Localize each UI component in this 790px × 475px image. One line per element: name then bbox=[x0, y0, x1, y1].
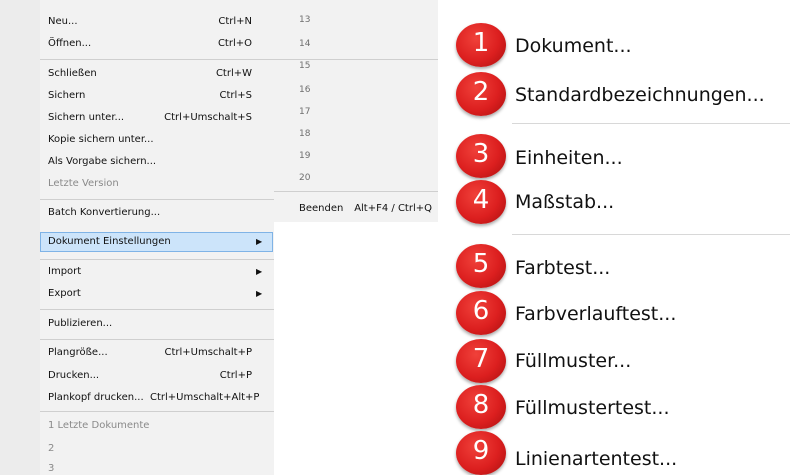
number-badge-1: 1 bbox=[456, 23, 506, 67]
menu-item-schliessen[interactable]: Schließen bbox=[48, 68, 97, 80]
number-badge-7: 7 bbox=[456, 339, 506, 383]
badge-number: 7 bbox=[472, 344, 490, 374]
menu-item-als-vorgabe[interactable]: Als Vorgabe sichern... bbox=[48, 156, 156, 168]
shortcut-schliessen: Ctrl+W bbox=[215, 68, 252, 79]
number-badge-3: 3 bbox=[456, 134, 506, 178]
recent-number[interactable]: 13 bbox=[299, 14, 310, 26]
shortcut-beenden: Alt+F4 / Ctrl+Q bbox=[354, 203, 432, 214]
menu-separator bbox=[40, 199, 274, 200]
submenu-item-fuellmuster[interactable]: Füllmuster... bbox=[515, 350, 631, 372]
menu-separator bbox=[40, 411, 274, 412]
menu-item-neu[interactable]: Neu... bbox=[48, 16, 78, 28]
submenu-item-standardbezeichnungen[interactable]: Standardbezeichnungen... bbox=[515, 84, 765, 106]
menu-item-dokument-einstellungen[interactable]: Dokument Einstellungen bbox=[48, 236, 171, 248]
submenu-item-einheiten[interactable]: Einheiten... bbox=[515, 147, 623, 169]
menu-separator bbox=[274, 191, 438, 192]
submenu-item-massstab[interactable]: Maßstab... bbox=[515, 191, 614, 213]
menu-separator bbox=[40, 339, 274, 340]
menu-separator bbox=[40, 309, 274, 310]
recent-number[interactable]: 19 bbox=[299, 150, 310, 162]
number-badge-9: 9 bbox=[456, 431, 506, 475]
menu-item-kopie-sichern[interactable]: Kopie sichern unter... bbox=[48, 134, 154, 146]
shortcut-plankopf-drucken: Ctrl+Umschalt+Alt+P bbox=[150, 392, 260, 403]
submenu-separator bbox=[512, 123, 790, 124]
shortcut-sichern-unter: Ctrl+Umschalt+S bbox=[164, 112, 252, 123]
recent-number[interactable]: 14 bbox=[299, 38, 310, 50]
menu-item-import[interactable]: Import bbox=[48, 266, 81, 278]
shortcut-plangroesse: Ctrl+Umschalt+P bbox=[164, 347, 252, 358]
badge-number: 4 bbox=[472, 185, 490, 215]
recent-number[interactable]: 20 bbox=[299, 172, 310, 184]
menu-item-sichern-unter[interactable]: Sichern unter... bbox=[48, 112, 124, 124]
menu-item-drucken[interactable]: Drucken... bbox=[48, 370, 99, 382]
submenu-arrow-icon: ▶ bbox=[256, 289, 263, 298]
shortcut-sichern: Ctrl+S bbox=[219, 90, 252, 101]
recent-item[interactable]: 2 bbox=[48, 443, 54, 455]
badge-number: 2 bbox=[472, 77, 490, 107]
badge-number: 1 bbox=[472, 28, 490, 58]
menu-item-publizieren[interactable]: Publizieren... bbox=[48, 318, 112, 330]
submenu-separator bbox=[512, 234, 790, 235]
number-badge-2: 2 bbox=[456, 72, 506, 116]
recent-number[interactable]: 18 bbox=[299, 128, 310, 140]
menu-item-sichern[interactable]: Sichern bbox=[48, 90, 85, 102]
menu-item-oeffnen[interactable]: Öffnen... bbox=[48, 38, 91, 50]
recent-number[interactable]: 15 bbox=[299, 60, 310, 72]
number-badge-6: 6 bbox=[456, 291, 506, 335]
submenu-item-fuellmustertest[interactable]: Füllmustertest... bbox=[515, 397, 670, 419]
submenu-item-farbverlauftest[interactable]: Farbverlauftest... bbox=[515, 303, 676, 325]
submenu-item-farbtest[interactable]: Farbtest... bbox=[515, 257, 610, 279]
recent-item[interactable]: 3 bbox=[48, 463, 54, 475]
badge-number: 6 bbox=[472, 296, 490, 326]
recent-number[interactable]: 17 bbox=[299, 106, 310, 118]
menu-item-beenden[interactable]: Beenden bbox=[299, 203, 343, 215]
badge-number: 3 bbox=[472, 139, 490, 169]
menu-item-batch[interactable]: Batch Konvertierung... bbox=[48, 207, 160, 219]
menu-item-plankopf-drucken[interactable]: Plankopf drucken... bbox=[48, 392, 144, 404]
badge-number: 9 bbox=[472, 436, 490, 466]
submenu-arrow-icon: ▶ bbox=[256, 267, 263, 276]
submenu-item-dokument[interactable]: Dokument... bbox=[515, 35, 632, 57]
menu-item-export[interactable]: Export bbox=[48, 288, 81, 300]
badge-number: 8 bbox=[472, 390, 490, 420]
menu-separator bbox=[40, 259, 274, 260]
submenu-item-linienartentest[interactable]: Linienartentest... bbox=[515, 448, 677, 470]
recent-number[interactable]: 16 bbox=[299, 84, 310, 96]
menu-item-plangroesse[interactable]: Plangröße... bbox=[48, 347, 108, 359]
number-badge-8: 8 bbox=[456, 385, 506, 429]
number-badge-5: 5 bbox=[456, 244, 506, 288]
menu-separator bbox=[40, 59, 438, 60]
shortcut-oeffnen: Ctrl+O bbox=[217, 38, 252, 49]
recent-documents-header: 1 Letzte Dokumente bbox=[48, 420, 150, 431]
shortcut-neu: Ctrl+N bbox=[218, 16, 252, 27]
menu-item-letzte-version: Letzte Version bbox=[48, 178, 119, 189]
submenu-arrow-icon: ▶ bbox=[256, 237, 263, 246]
shortcut-drucken: Ctrl+P bbox=[219, 370, 252, 381]
number-badge-4: 4 bbox=[456, 180, 506, 224]
menu-gutter bbox=[0, 0, 40, 475]
badge-number: 5 bbox=[472, 249, 490, 279]
